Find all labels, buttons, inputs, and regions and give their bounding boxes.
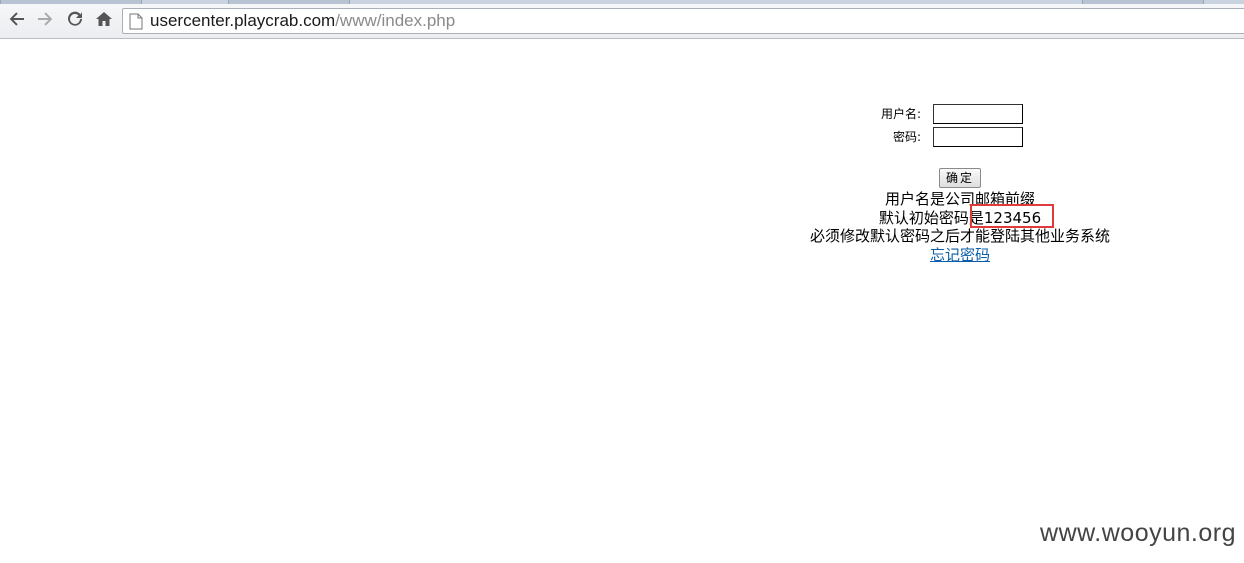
username-input[interactable] bbox=[933, 104, 1023, 124]
forward-arrow-icon bbox=[36, 10, 54, 32]
notice-default-password: 默认初始密码是123456 bbox=[878, 208, 1042, 227]
reload-icon bbox=[66, 10, 84, 32]
highlight-box bbox=[970, 204, 1054, 228]
url-path: /www/index.php bbox=[335, 11, 456, 30]
username-label: 用户名: bbox=[881, 107, 922, 121]
page-icon bbox=[129, 13, 143, 34]
url-text: usercenter.playcrab.com/www/index.php bbox=[150, 12, 455, 30]
back-button[interactable] bbox=[5, 9, 29, 33]
password-input[interactable] bbox=[933, 127, 1023, 147]
address-bar[interactable]: usercenter.playcrab.com/www/index.php bbox=[122, 8, 1244, 34]
browser-toolbar: usercenter.playcrab.com/www/index.php bbox=[0, 4, 1244, 39]
login-notice: 用户名是公司邮箱前缀 默认初始密码是123456 必须修改默认密码之后才能登陆其… bbox=[760, 190, 1160, 264]
password-label: 密码: bbox=[893, 130, 922, 144]
back-arrow-icon bbox=[8, 10, 26, 32]
home-button[interactable] bbox=[92, 9, 116, 33]
watermark: www.wooyun.org bbox=[1040, 519, 1236, 547]
url-host: usercenter.playcrab.com bbox=[150, 11, 336, 30]
forgot-password-link[interactable]: 忘记密码 bbox=[930, 246, 990, 264]
notice-change-password: 必须修改默认密码之后才能登陆其他业务系统 bbox=[809, 227, 1110, 245]
submit-button[interactable]: 确定 bbox=[939, 168, 981, 188]
notice-username-hint: 用户名是公司邮箱前缀 bbox=[884, 190, 1035, 208]
reload-button[interactable] bbox=[63, 9, 87, 33]
home-icon bbox=[95, 10, 113, 32]
forward-button[interactable] bbox=[33, 9, 57, 33]
